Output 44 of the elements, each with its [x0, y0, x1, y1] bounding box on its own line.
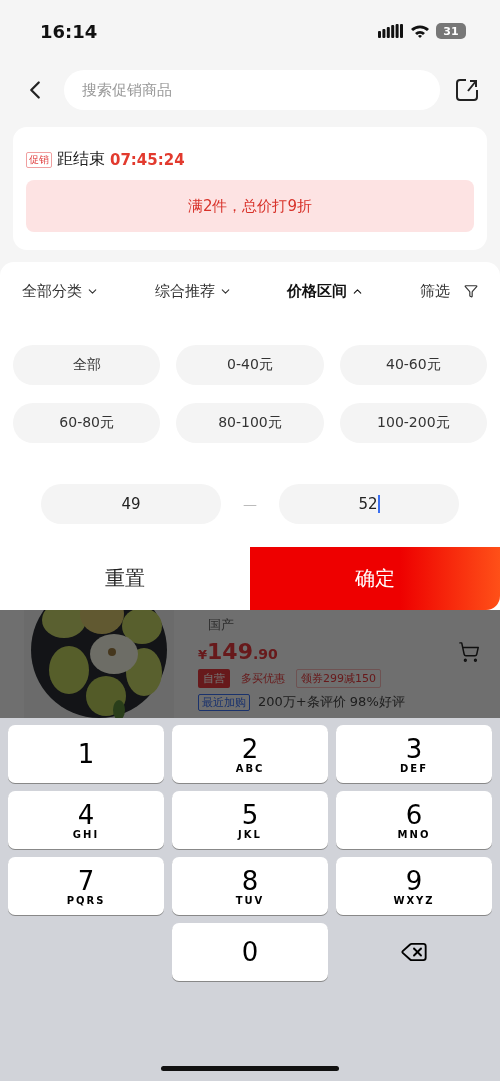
price-option[interactable]: 全部 [13, 345, 161, 385]
keyboard-key[interactable]: 1 [8, 725, 164, 783]
filter-tab[interactable]: 全部分类 [22, 281, 99, 301]
confirm-button[interactable]: 确定 [250, 547, 500, 610]
product-origin: 国产 [207, 616, 235, 634]
product-tag: 自营 [198, 669, 230, 688]
max-price-field[interactable]: 52 [279, 484, 459, 524]
keyboard-key[interactable]: 6 MNO [336, 791, 492, 849]
keyboard-key[interactable]: 8 TUV [172, 857, 328, 915]
wifi-icon [410, 24, 430, 38]
cart-icon [458, 640, 480, 663]
min-price-field[interactable]: 49 [41, 484, 221, 524]
signal-icon [378, 24, 404, 38]
price-option[interactable]: 40-60元 [339, 345, 487, 385]
share-button[interactable] [454, 77, 480, 103]
filter-tab[interactable]: 筛选 [419, 281, 478, 301]
filter-tab[interactable]: 综合推荐 [154, 281, 232, 301]
keyboard-key[interactable]: 2 ABC [172, 725, 328, 783]
status-time: 16:14 [40, 20, 98, 42]
keyboard-key[interactable]: 5 JKL [172, 791, 328, 849]
countdown-label: 距结束 [57, 149, 105, 170]
filter-icon [463, 284, 478, 298]
filter-tab[interactable]: 价格区间 [287, 281, 365, 301]
price-option[interactable]: 100-200元 [339, 403, 487, 443]
product-price: ¥149.90 [198, 639, 278, 664]
share-icon [454, 77, 480, 103]
price-option[interactable]: 0-40元 [176, 345, 324, 385]
countdown-timer: 07:45:24 [110, 150, 185, 169]
product-tag: 领券299减150 [296, 669, 381, 688]
keyboard-key[interactable]: 9 WXYZ [336, 857, 492, 915]
product-tag: 多买优惠 [236, 669, 290, 688]
keyboard-key[interactable]: 7 PQRS [8, 857, 164, 915]
keyboard-key[interactable]: 0 [172, 923, 328, 981]
cart-button[interactable] [458, 640, 480, 663]
keyboard-key[interactable]: 4 GHI [8, 791, 164, 849]
battery-icon: 31 [436, 23, 466, 39]
keyboard-key[interactable]: 3 DEF [336, 725, 492, 783]
search-field[interactable]: 搜索促销商品 [64, 70, 440, 110]
promo-tag: 促销 [26, 151, 52, 168]
price-option[interactable]: 80-100元 [176, 403, 324, 443]
price-option[interactable]: 60-80元 [13, 403, 161, 443]
recent-badge: 最近加购 [198, 693, 250, 711]
review-summary: 200万+条评价 98%好评 [258, 693, 405, 711]
range-separator: — [242, 496, 258, 512]
